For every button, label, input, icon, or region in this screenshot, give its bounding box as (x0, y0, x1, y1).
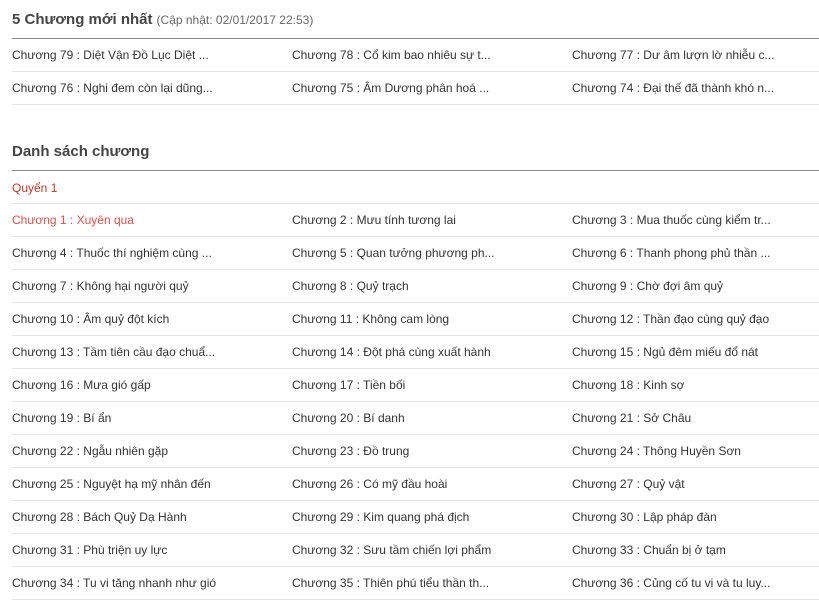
chapter-link[interactable]: Chương 21 : Sở Châu (572, 411, 691, 425)
chapter-link[interactable]: Chương 10 : Âm quỷ đột kích (12, 312, 169, 326)
chapter-link[interactable]: Chương 79 : Diệt Vận Đồ Lục Diệt ... (12, 48, 209, 62)
chapter-link[interactable]: Chương 28 : Bách Quỷ Dạ Hành (12, 510, 187, 524)
table-row: Chương 22 : Ngẫu nhiên gặp Chương 23 : Đồ… (12, 435, 819, 468)
chapter-link[interactable]: Chương 14 : Đột phá cùng xuất hành (292, 345, 491, 359)
table-row: Chương 7 : Không hại người quỷ Chương 8 :… (12, 270, 819, 303)
chapter-link[interactable]: Chương 2 : Mưu tính tương lai (292, 213, 456, 227)
chapter-link[interactable]: Chương 15 : Ngủ đêm miếu đổ nát (572, 345, 758, 359)
chapter-list-title: Danh sách chương (12, 143, 150, 160)
chapter-link[interactable]: Chương 22 : Ngẫu nhiên gặp (12, 444, 168, 458)
table-row: Chương 79 : Diệt Vận Đồ Lục Diệt ... Chươ… (12, 39, 819, 72)
chapter-link[interactable]: Chương 6 : Thanh phong phủ thần ... (572, 246, 771, 260)
latest-chapters-title: 5 Chương mới nhất (Cập nhật: 02/01/2017 2… (12, 11, 313, 28)
chapter-link[interactable]: Chương 11 : Không cam lòng (292, 312, 449, 326)
chapter-link[interactable]: Chương 33 : Chuẩn bị ở tạm (572, 543, 726, 557)
table-row: Chương 10 : Âm quỷ đột kích Chương 11 : K… (12, 303, 819, 336)
table-row: Chương 25 : Nguyệt hạ mỹ nhân đến Chương … (12, 468, 819, 501)
chapter-list-header: Danh sách chương (12, 133, 819, 171)
chapter-link[interactable]: Chương 1 : Xuyên qua (12, 213, 134, 227)
table-row: Chương 4 : Thuốc thí nghiệm cùng ... Chươ… (12, 237, 819, 270)
table-row: Chương 31 : Phù triện uy lực Chương 32 : … (12, 534, 819, 567)
chapter-link[interactable]: Chương 23 : Đồ trung (292, 444, 409, 458)
chapter-link[interactable]: Chương 3 : Mua thuốc cùng kiểm tr... (572, 213, 771, 227)
chapter-link[interactable]: Chương 76 : Nghi đem còn lại dũng... (12, 81, 213, 95)
table-row: Chương 76 : Nghi đem còn lại dũng... Chươ… (12, 72, 819, 105)
chapter-link[interactable]: Chương 5 : Quan tưởng phương ph... (292, 246, 495, 260)
chapter-link[interactable]: Chương 9 : Chờ đợi âm quỷ (572, 279, 723, 293)
table-row: Chương 16 : Mưa gió gấp Chương 17 : Tiền … (12, 369, 819, 402)
chapter-link[interactable]: Chương 29 : Kim quang phá địch (292, 510, 469, 524)
table-row: Chương 13 : Tầm tiên cầu đạo chuẩ... Chươ… (12, 336, 819, 369)
chapter-link[interactable]: Chương 27 : Quỷ vật (572, 477, 685, 491)
chapter-link[interactable]: Chương 75 : Âm Dương phân hoá ... (292, 81, 489, 95)
chapter-link[interactable]: Chương 35 : Thiên phú tiểu thần th... (292, 576, 489, 590)
chapter-link[interactable]: Chương 32 : Sưu tầm chiến lợi phẩm (292, 543, 491, 557)
table-row: Chương 1 : Xuyên qua Chương 2 : Mưu tính … (12, 204, 819, 237)
chapter-link[interactable]: Chương 16 : Mưa gió gấp (12, 378, 151, 392)
latest-chapters-list: Chương 79 : Diệt Vận Đồ Lục Diệt ... Chươ… (12, 39, 819, 105)
chapter-link[interactable]: Chương 34 : Tu vi tăng nhanh như gió (12, 576, 216, 590)
updated-timestamp: (Cập nhật: 02/01/2017 22:53) (156, 13, 314, 27)
table-row: Chương 34 : Tu vi tăng nhanh như gió Chươ… (12, 567, 819, 600)
volume-label: Quyển 1 (12, 181, 58, 195)
latest-title-text: 5 Chương mới nhất (12, 11, 153, 28)
chapter-link[interactable]: Chương 36 : Củng cố tu vi và tu luy... (572, 576, 770, 590)
table-row: Chương 19 : Bí ẩn Chương 20 : Bí danh Chươ… (12, 402, 819, 435)
chapter-link[interactable]: Chương 20 : Bí danh (292, 411, 405, 425)
chapter-link[interactable]: Chương 18 : Kinh sợ (572, 378, 685, 392)
chapter-link[interactable]: Chương 19 : Bí ẩn (12, 411, 111, 425)
chapter-link[interactable]: Chương 8 : Quỷ trạch (292, 279, 409, 293)
chapter-link[interactable]: Chương 17 : Tiền bối (292, 378, 405, 392)
chapter-link[interactable]: Chương 12 : Thần đạo cùng quỷ đạo (572, 312, 769, 326)
chapter-link[interactable]: Chương 77 : Dư âm lượn lờ nhiễu c... (572, 48, 774, 62)
chapter-link[interactable]: Chương 30 : Lập pháp đàn (572, 510, 717, 524)
chapter-link[interactable]: Chương 31 : Phù triện uy lực (12, 543, 167, 557)
chapter-list: Chương 1 : Xuyên qua Chương 2 : Mưu tính … (12, 204, 819, 600)
table-row: Chương 28 : Bách Quỷ Dạ Hành Chương 29 : … (12, 501, 819, 534)
chapter-link[interactable]: Chương 13 : Tầm tiên cầu đạo chuẩ... (12, 345, 215, 359)
volume-heading: Quyển 1 (12, 171, 819, 204)
chapter-link[interactable]: Chương 25 : Nguyệt hạ mỹ nhân đến (12, 477, 211, 491)
chapter-link[interactable]: Chương 26 : Có mỹ đầu hoài (292, 477, 447, 491)
latest-chapters-header: 5 Chương mới nhất (Cập nhật: 02/01/2017 2… (12, 0, 819, 39)
chapter-page: 5 Chương mới nhất (Cập nhật: 02/01/2017 2… (12, 0, 819, 600)
chapter-link[interactable]: Chương 7 : Không hại người quỷ (12, 279, 189, 293)
chapter-link[interactable]: Chương 24 : Thông Huyền Sơn (572, 444, 741, 458)
chapter-link[interactable]: Chương 78 : Cổ kim bao nhiêu sự t... (292, 48, 491, 62)
chapter-link[interactable]: Chương 74 : Đại thế đã thành khó n... (572, 81, 774, 95)
chapter-link[interactable]: Chương 4 : Thuốc thí nghiệm cùng ... (12, 246, 212, 260)
